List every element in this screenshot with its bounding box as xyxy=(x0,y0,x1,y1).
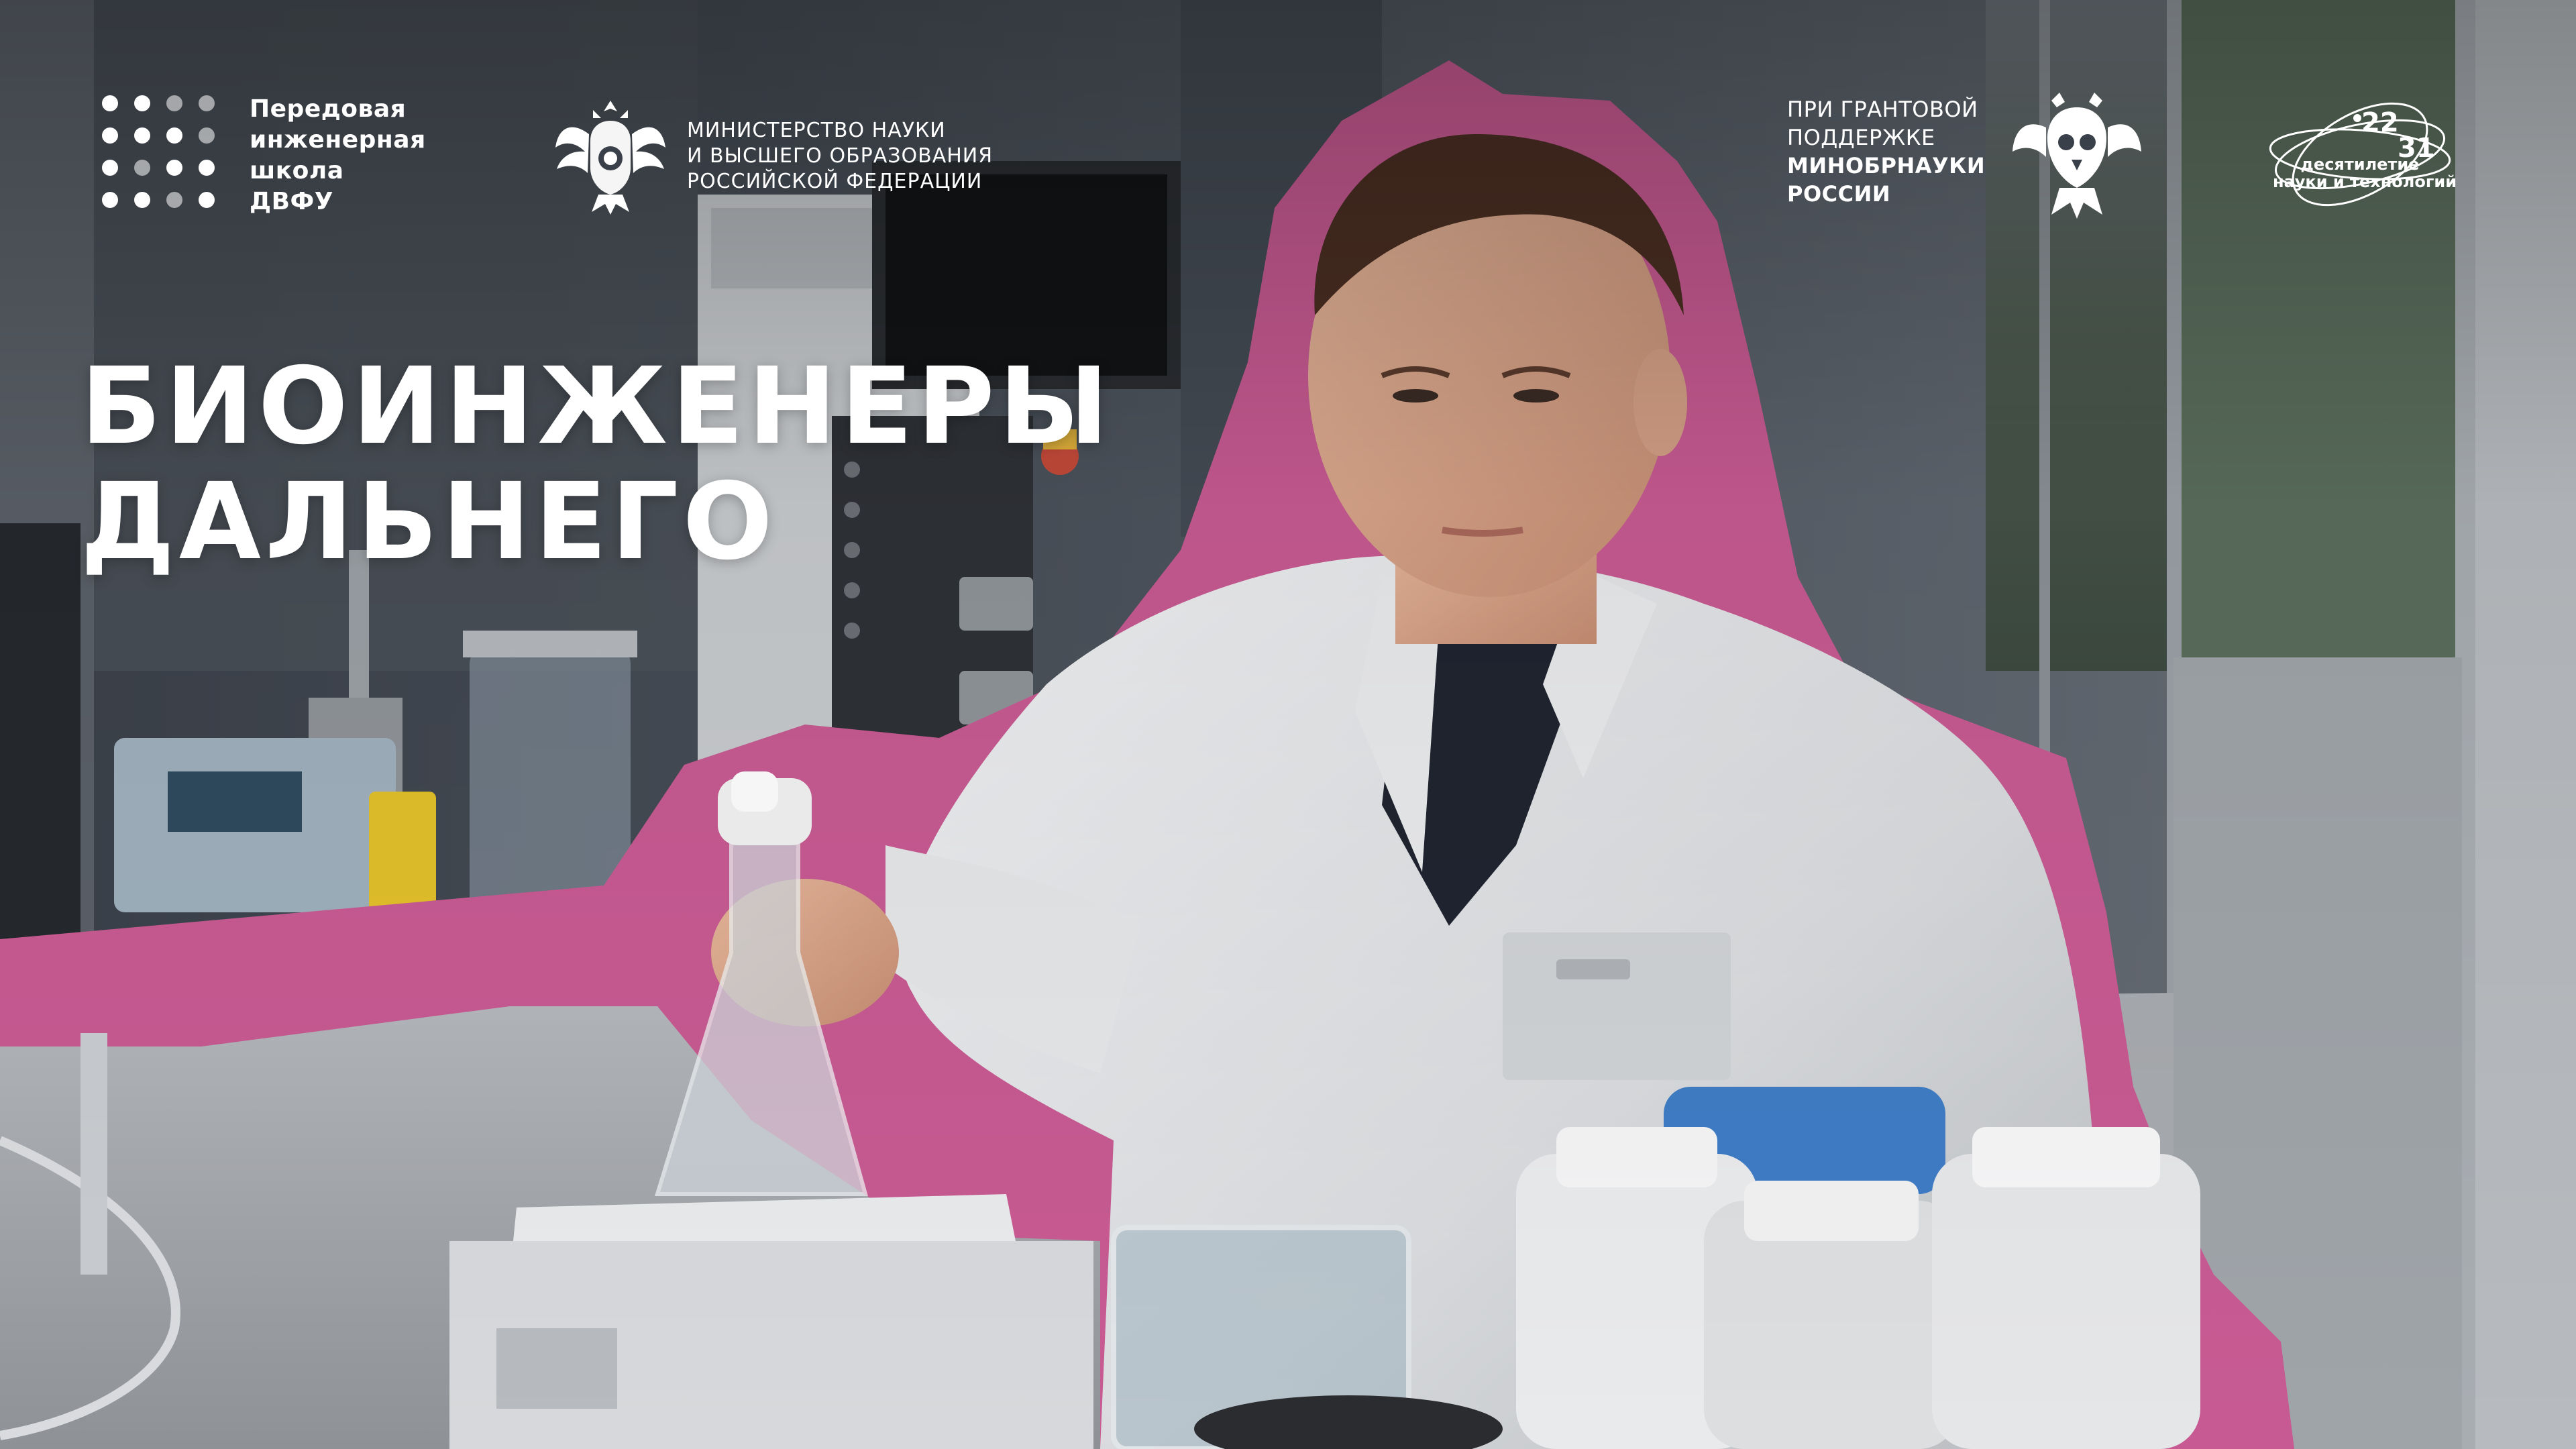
ministry-line-3: РОССИЙСКОЙ ФЕДЕРАЦИИ xyxy=(687,170,983,193)
headline: БИОИНЖЕНЕРЫ ДАЛЬНЕГО xyxy=(80,349,1112,580)
decade-line-1: десятилетие xyxy=(2300,155,2420,174)
decade-logo-text: десятилетие науки и технологий xyxy=(2273,155,2457,191)
pish-logo-text: Передовая инженерная школа ДВФУ xyxy=(250,94,426,217)
grant-line-1: ПРИ ГРАНТОВОЙ xyxy=(1787,97,1978,122)
pish-line-3: школа xyxy=(250,157,344,184)
stylized-eagle-icon xyxy=(2012,93,2141,219)
grant-line-4: РОССИИ xyxy=(1787,181,1891,207)
dots-grid-icon xyxy=(102,95,215,208)
pish-line-4: ДВФУ xyxy=(250,188,333,215)
headline-line-2: ДАЛЬНЕГО xyxy=(80,460,777,584)
promo-banner: Передовая инженерная школа ДВФУ МИНИСТЕР… xyxy=(0,0,2576,1449)
ministry-line-2: И ВЫСШЕГО ОБРАЗОВАНИЯ xyxy=(687,144,994,168)
double-headed-eagle-icon xyxy=(555,101,665,215)
decade-year-start: 22 xyxy=(2361,107,2399,138)
grant-line-3: МИНОБРНАУКИ xyxy=(1787,153,1986,178)
ministry-logo-text: МИНИСТЕРСТВО НАУКИ И ВЫСШЕГО ОБРАЗОВАНИЯ… xyxy=(687,118,993,195)
grant-logo-text: ПРИ ГРАНТОВОЙ ПОДДЕРЖКЕ МИНОБРНАУКИ РОСС… xyxy=(1787,95,1985,208)
ministry-line-1: МИНИСТЕРСТВО НАУКИ xyxy=(687,119,946,142)
pish-line-2: инженерная xyxy=(250,126,426,154)
headline-line-1: БИОИНЖЕНЕРЫ xyxy=(80,345,1113,468)
lab-photo xyxy=(0,0,2576,1449)
decade-line-2: науки и технологий xyxy=(2273,172,2457,191)
grant-line-2: ПОДДЕРЖКЕ xyxy=(1787,125,1935,150)
pish-line-1: Передовая xyxy=(250,95,407,123)
